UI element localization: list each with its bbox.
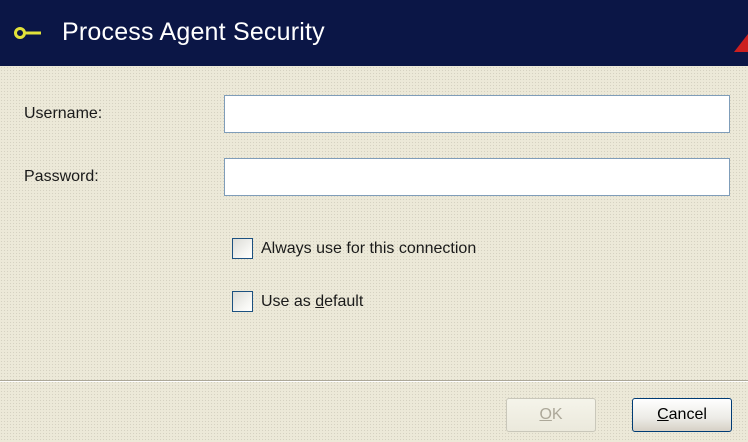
title-bar: Process Agent Security bbox=[0, 0, 748, 66]
always-use-label[interactable]: Always use for this connection bbox=[261, 240, 476, 258]
cancel-button[interactable]: Cancel bbox=[632, 398, 732, 432]
dialog-content: Username: Password: Always use for this … bbox=[0, 66, 748, 380]
key-icon bbox=[14, 27, 41, 39]
use-default-label-start: Use as bbox=[261, 292, 316, 310]
dialog-title: Process Agent Security bbox=[62, 18, 325, 46]
cancel-button-mnemonic: C bbox=[657, 406, 669, 423]
always-use-checkbox[interactable] bbox=[232, 238, 253, 259]
warning-triangle-icon bbox=[734, 34, 748, 52]
ok-button-mnemonic: O bbox=[539, 406, 552, 423]
password-label: Password: bbox=[24, 168, 99, 185]
use-default-checkbox[interactable] bbox=[232, 291, 253, 312]
username-input[interactable] bbox=[224, 95, 730, 133]
password-input[interactable] bbox=[224, 158, 730, 196]
username-label: Username: bbox=[24, 105, 103, 122]
always-use-checkbox-row[interactable]: Always use for this connection bbox=[232, 238, 476, 259]
footer-divider bbox=[0, 380, 748, 382]
use-default-label-end: efault bbox=[324, 292, 364, 310]
use-default-label-mnemonic: d bbox=[315, 292, 325, 310]
ok-button-label: K bbox=[551, 406, 563, 423]
cancel-button-label: ancel bbox=[668, 406, 707, 423]
ok-button[interactable]: OK bbox=[506, 398, 596, 432]
use-default-label[interactable]: Use as default bbox=[261, 293, 363, 311]
use-default-checkbox-row[interactable]: Use as default bbox=[232, 291, 363, 312]
